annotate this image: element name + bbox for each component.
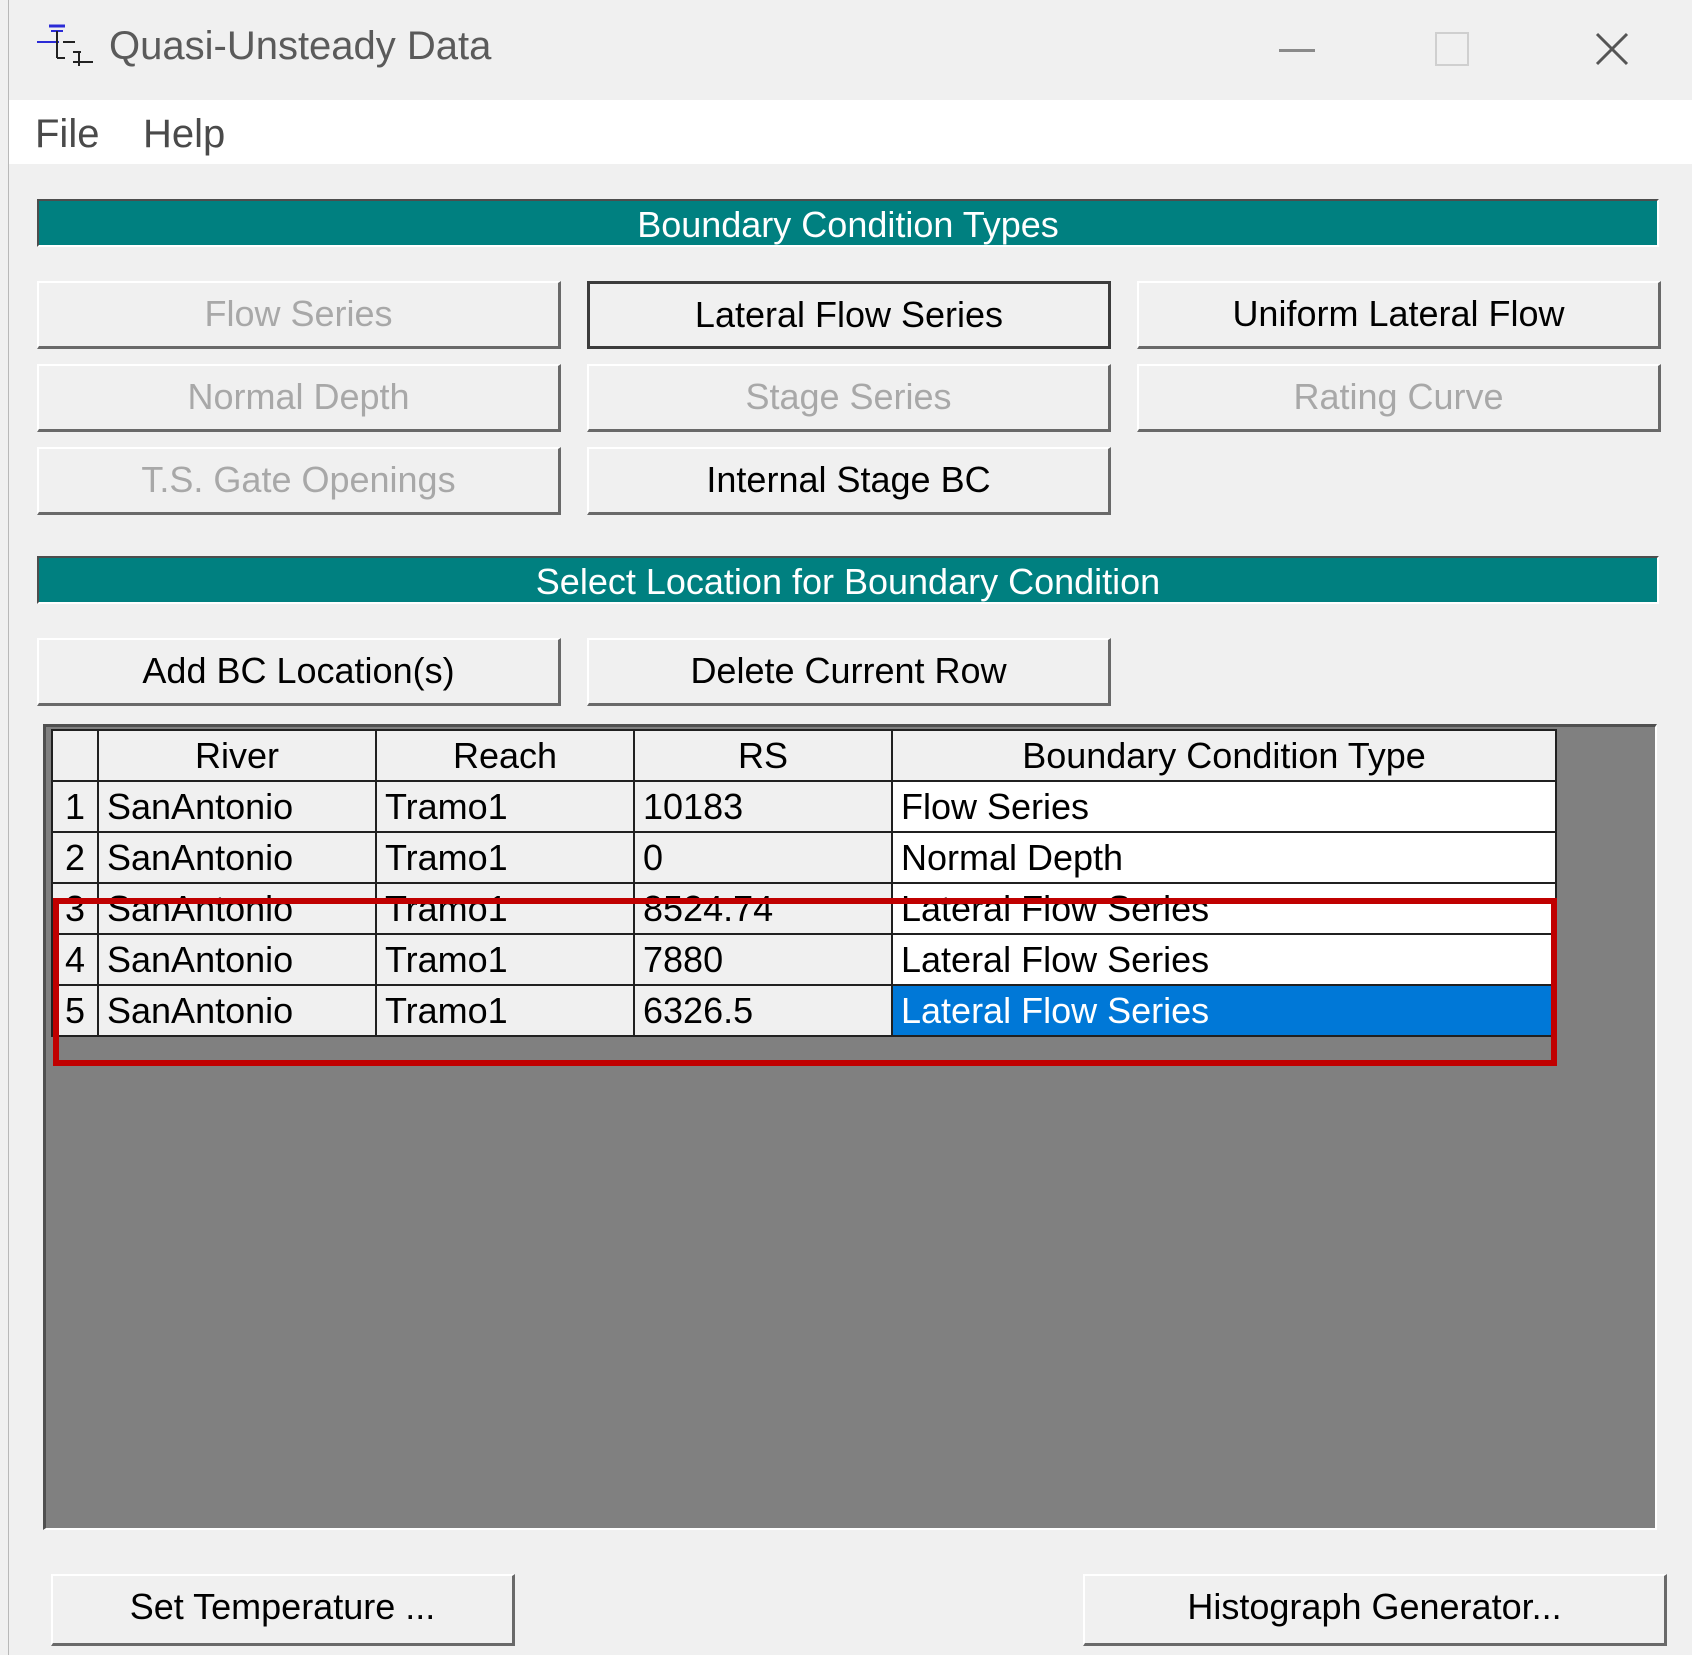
column-header-reach[interactable]: Reach — [375, 729, 635, 782]
set-temperature-button[interactable]: Set Temperature ... — [51, 1574, 515, 1646]
quasi-unsteady-window: Quasi-Unsteady Data File Help Boundary C… — [8, 0, 1692, 1655]
stage-series-button[interactable]: Stage Series — [587, 364, 1111, 432]
reach-cell[interactable]: Tramo1 — [375, 780, 635, 833]
window-title: Quasi-Unsteady Data — [109, 24, 492, 68]
minimize-button[interactable] — [1222, 10, 1372, 90]
table-row[interactable]: 4 SanAntonio Tramo1 7880 Lateral Flow Se… — [51, 933, 1557, 986]
row-number[interactable]: 3 — [51, 882, 99, 935]
river-schematic-icon — [37, 24, 93, 66]
table-row[interactable]: 3 SanAntonio Tramo1 8524.74 Lateral Flow… — [51, 882, 1557, 935]
rs-cell[interactable]: 10183 — [633, 780, 893, 833]
table-header-row: River Reach RS Boundary Condition Type — [51, 729, 1557, 782]
bc-type-cell[interactable]: Flow Series — [891, 780, 1557, 833]
ts-gate-openings-button[interactable]: T.S. Gate Openings — [37, 447, 561, 515]
bc-location-table: River Reach RS Boundary Condition Type 1… — [51, 729, 1557, 1037]
menu-file[interactable]: File — [35, 112, 99, 157]
column-header-bc-type[interactable]: Boundary Condition Type — [891, 729, 1557, 782]
maximize-icon — [1435, 32, 1469, 66]
river-cell[interactable]: SanAntonio — [97, 780, 377, 833]
delete-current-row-button[interactable]: Delete Current Row — [587, 638, 1111, 706]
row-number[interactable]: 5 — [51, 984, 99, 1037]
row-number[interactable]: 2 — [51, 831, 99, 884]
reach-cell[interactable]: Tramo1 — [375, 831, 635, 884]
maximize-button[interactable] — [1377, 10, 1527, 90]
column-header-rs[interactable]: RS — [633, 729, 893, 782]
normal-depth-button[interactable]: Normal Depth — [37, 364, 561, 432]
table-row[interactable]: 2 SanAntonio Tramo1 0 Normal Depth — [51, 831, 1557, 884]
histograph-generator-button[interactable]: Histograph Generator... — [1083, 1574, 1667, 1646]
location-header: Select Location for Boundary Condition — [37, 556, 1659, 604]
close-button[interactable] — [1537, 10, 1687, 90]
table-row[interactable]: 1 SanAntonio Tramo1 10183 Flow Series — [51, 780, 1557, 833]
bc-types-header: Boundary Condition Types — [37, 199, 1659, 247]
menu-help[interactable]: Help — [143, 112, 225, 157]
close-icon — [1595, 32, 1629, 66]
rs-cell[interactable]: 7880 — [633, 933, 893, 986]
menu-bar: File Help — [9, 100, 1692, 164]
title-bar[interactable]: Quasi-Unsteady Data — [9, 0, 1692, 100]
flow-series-button[interactable]: Flow Series — [37, 281, 561, 349]
river-cell[interactable]: SanAntonio — [97, 882, 377, 935]
table-row-selected[interactable]: 5 SanAntonio Tramo1 6326.5 Lateral Flow … — [51, 984, 1557, 1037]
river-cell[interactable]: SanAntonio — [97, 831, 377, 884]
uniform-lateral-flow-button[interactable]: Uniform Lateral Flow — [1137, 281, 1661, 349]
bc-type-cell[interactable]: Lateral Flow Series — [891, 933, 1557, 986]
bc-type-cell[interactable]: Normal Depth — [891, 831, 1557, 884]
rs-cell[interactable]: 6326.5 — [633, 984, 893, 1037]
add-bc-location-button[interactable]: Add BC Location(s) — [37, 638, 561, 706]
row-number[interactable]: 4 — [51, 933, 99, 986]
column-header-river[interactable]: River — [97, 729, 377, 782]
river-cell[interactable]: SanAntonio — [97, 933, 377, 986]
rs-cell[interactable]: 8524.74 — [633, 882, 893, 935]
lateral-flow-series-button[interactable]: Lateral Flow Series — [587, 281, 1111, 349]
reach-cell[interactable]: Tramo1 — [375, 933, 635, 986]
bc-type-cell[interactable]: Lateral Flow Series — [891, 882, 1557, 935]
row-number-header — [51, 729, 99, 782]
reach-cell[interactable]: Tramo1 — [375, 984, 635, 1037]
river-cell[interactable]: SanAntonio — [97, 984, 377, 1037]
rs-cell[interactable]: 0 — [633, 831, 893, 884]
row-number[interactable]: 1 — [51, 780, 99, 833]
reach-cell[interactable]: Tramo1 — [375, 882, 635, 935]
bc-type-cell-selected[interactable]: Lateral Flow Series — [891, 984, 1557, 1037]
internal-stage-bc-button[interactable]: Internal Stage BC — [587, 447, 1111, 515]
rating-curve-button[interactable]: Rating Curve — [1137, 364, 1661, 432]
minimize-icon — [1279, 49, 1315, 52]
